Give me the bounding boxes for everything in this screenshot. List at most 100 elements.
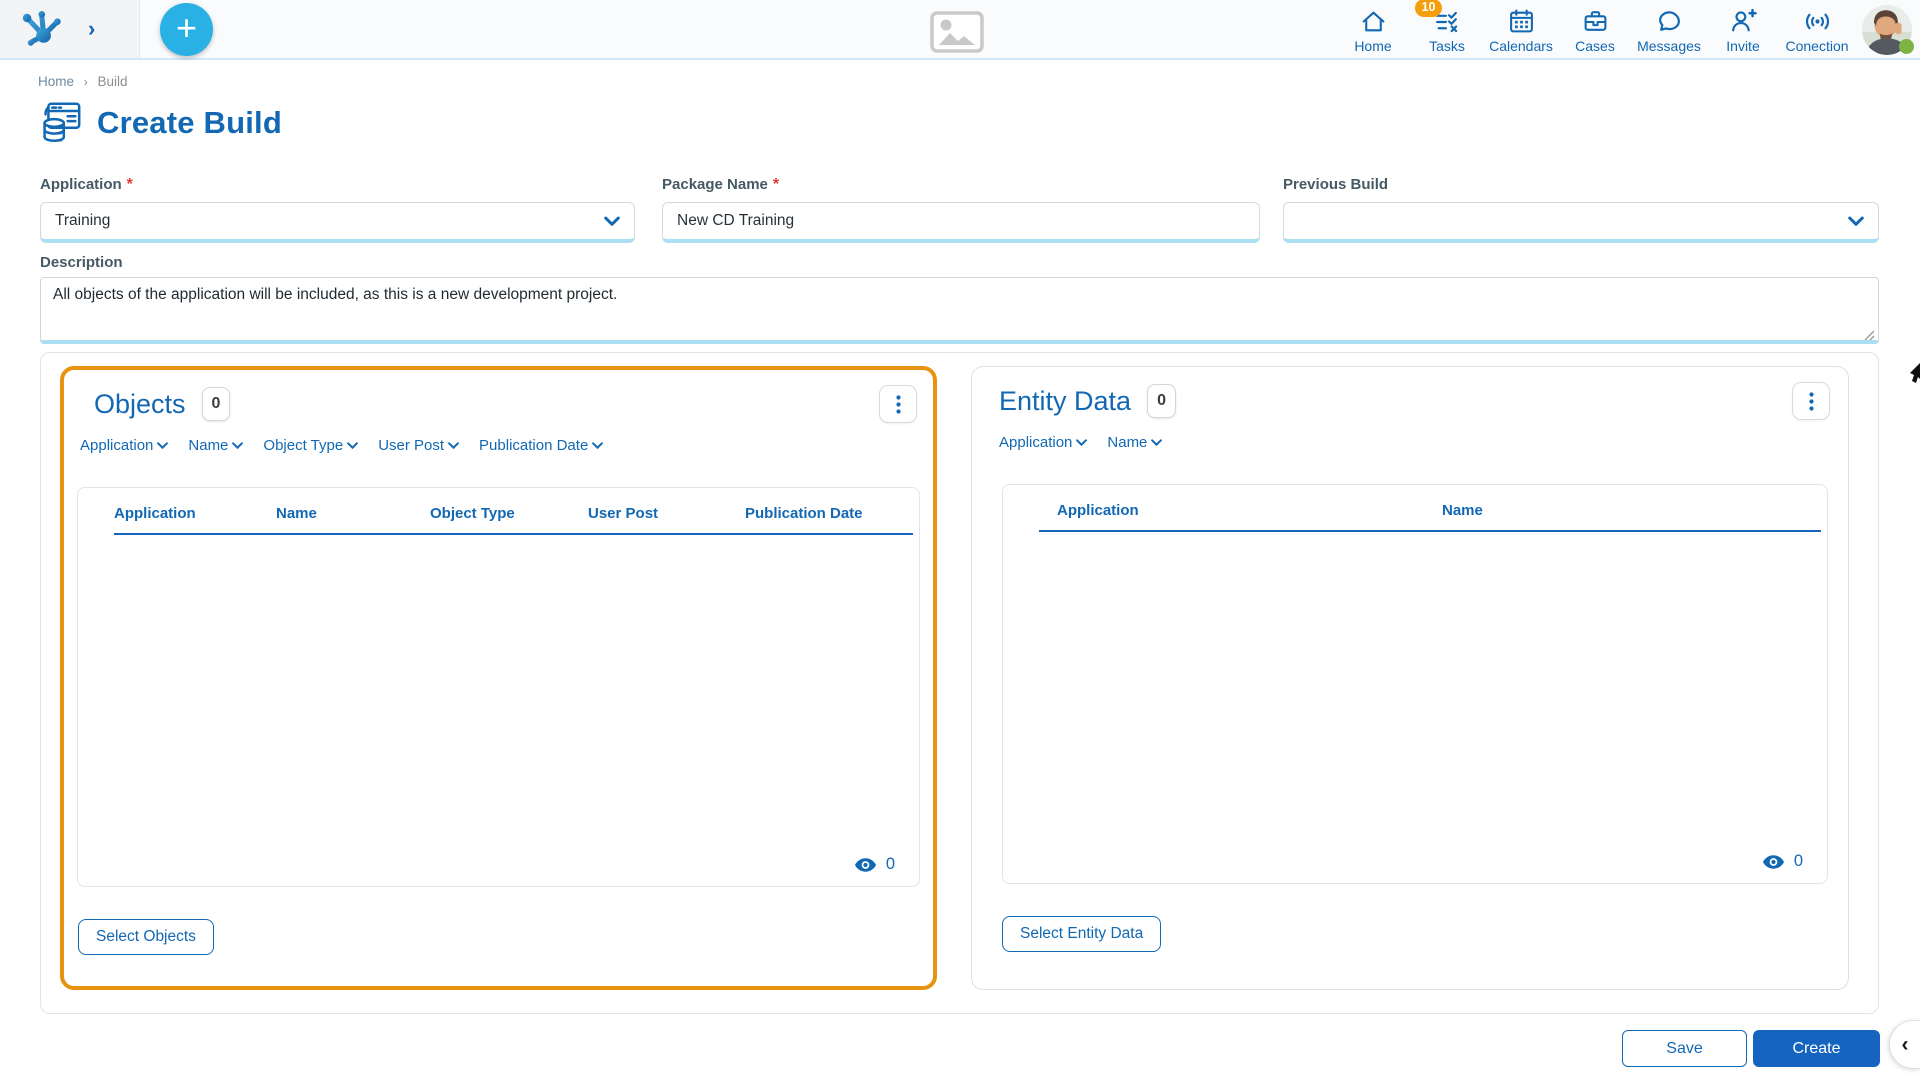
tasks-count-badge: 10: [1414, 0, 1443, 17]
chevron-down-icon: [347, 442, 359, 449]
eye-icon: [1762, 854, 1784, 869]
kebab-menu-icon: [1808, 391, 1814, 411]
entity-count-badge: 0: [1147, 384, 1176, 418]
breadcrumb-current: Build: [97, 74, 128, 89]
entity-table-body: [1003, 532, 1827, 542]
entity-table-card: Application Name 0: [1002, 484, 1828, 884]
column-object-type: Object Type: [430, 505, 515, 522]
page-title: Create Build: [97, 105, 282, 140]
column-name: Name: [1442, 502, 1483, 519]
nav-item-invite[interactable]: Invite: [1706, 6, 1780, 54]
filter-publication-date[interactable]: Publication Date: [479, 437, 604, 454]
previous-build-field: Previous Build: [1283, 176, 1879, 243]
breadcrumb-separator: ›: [83, 75, 88, 89]
filter-object-type[interactable]: Object Type: [263, 437, 359, 454]
create-button[interactable]: Create: [1753, 1030, 1880, 1067]
tasks-icon: 10: [1414, 0, 1461, 35]
logo-image-placeholder-icon: [930, 11, 984, 53]
package-name-field: Package Name *: [662, 176, 1260, 243]
filter-name[interactable]: Name: [188, 437, 244, 454]
breadcrumb-home-link[interactable]: Home: [38, 74, 74, 89]
application-select[interactable]: Training: [40, 202, 635, 243]
objects-filters: Application Name Object Type User Post P…: [80, 437, 604, 454]
user-avatar[interactable]: [1862, 5, 1914, 55]
app-logo-zone: ›: [0, 0, 140, 58]
column-name: Name: [276, 505, 317, 522]
nav-item-cases[interactable]: Cases: [1558, 6, 1632, 54]
main-nav: Home 10 Tasks Calendars Cases Messages I…: [1336, 0, 1854, 54]
person-add-icon: [1730, 6, 1757, 35]
application-label: Application: [40, 176, 122, 193]
column-application: Application: [114, 505, 196, 522]
page-header: Create Build: [34, 98, 282, 148]
entity-data-panel: Entity Data 0 Application Name Applicati…: [971, 366, 1849, 990]
select-entity-data-button[interactable]: Select Entity Data: [1002, 916, 1162, 952]
top-bar: › + Home 10 Tasks Calendars Cases Messag…: [0, 0, 1920, 60]
chat-bubble-icon: [1656, 6, 1683, 35]
filter-name[interactable]: Name: [1107, 434, 1163, 451]
chevron-down-icon: [1076, 439, 1088, 446]
objects-panel-title: Objects: [94, 388, 186, 419]
filter-application[interactable]: Application: [999, 434, 1088, 451]
chevron-down-icon: [232, 442, 244, 449]
column-publication-date: Publication Date: [745, 505, 863, 522]
entity-menu-button[interactable]: [1792, 382, 1830, 420]
add-new-button[interactable]: +: [160, 3, 213, 56]
app-logo-icon[interactable]: [16, 6, 62, 52]
chevron-down-icon: [1848, 216, 1864, 227]
nav-item-messages[interactable]: Messages: [1632, 6, 1706, 54]
previous-build-select[interactable]: [1283, 202, 1879, 243]
chevron-down-icon: [157, 442, 169, 449]
entity-panel-title: Entity Data: [999, 385, 1132, 416]
entity-table-header: Application Name: [1003, 485, 1827, 519]
previous-build-label: Previous Build: [1283, 176, 1389, 193]
home-icon: [1360, 6, 1387, 35]
nav-item-calendars[interactable]: Calendars: [1484, 6, 1558, 54]
mouse-cursor: [1910, 363, 1920, 387]
chevron-down-icon: [592, 442, 604, 449]
required-asterisk: *: [772, 176, 780, 193]
build-package-icon: [34, 98, 84, 148]
description-textarea[interactable]: All objects of the application will be i…: [40, 277, 1879, 344]
briefcase-icon: [1582, 6, 1609, 35]
objects-menu-button[interactable]: [879, 385, 917, 423]
select-objects-button[interactable]: Select Objects: [78, 919, 214, 955]
save-button[interactable]: Save: [1622, 1030, 1747, 1067]
objects-panel: Objects 0 Application Name Object Type U…: [60, 366, 937, 990]
required-asterisk: *: [126, 176, 133, 193]
textarea-resize-handle-icon[interactable]: [1861, 327, 1875, 341]
kebab-menu-icon: [895, 394, 901, 414]
signal-icon: [1804, 6, 1831, 35]
objects-table-header: Application Name Object Type User Post P…: [78, 488, 919, 522]
eye-icon: [854, 857, 876, 872]
side-panel-collapse-tab[interactable]: ‹: [1889, 1020, 1920, 1069]
plus-icon: +: [175, 6, 198, 48]
chevron-down-icon: [448, 442, 459, 449]
description-label: Description: [40, 254, 123, 271]
objects-table-card: Application Name Object Type User Post P…: [77, 487, 920, 887]
calendar-icon: [1508, 6, 1535, 35]
package-name-inputbox: [662, 202, 1260, 243]
sidebar-expand-chevron-icon[interactable]: ›: [88, 18, 95, 40]
package-name-label: Package Name: [662, 176, 768, 193]
column-application: Application: [1057, 502, 1139, 519]
filter-user-post[interactable]: User Post: [378, 437, 459, 454]
entity-visible-count[interactable]: 0: [1762, 852, 1803, 871]
filter-application[interactable]: Application: [80, 437, 169, 454]
objects-count-badge: 0: [201, 387, 231, 421]
package-name-input[interactable]: [677, 212, 1245, 230]
nav-item-conection[interactable]: Conection: [1780, 6, 1854, 54]
entity-filters: Application Name: [999, 434, 1163, 451]
objects-panel-header: Objects 0: [94, 383, 917, 425]
nav-item-tasks[interactable]: 10 Tasks: [1410, 0, 1484, 54]
nav-item-home[interactable]: Home: [1336, 6, 1410, 54]
objects-table-body: [78, 535, 919, 545]
application-select-value: Training: [55, 212, 111, 229]
chevron-left-icon: ‹: [1901, 1032, 1909, 1056]
application-field: Application * Training: [40, 176, 635, 243]
breadcrumb: Home › Build: [38, 74, 128, 89]
column-user-post: User Post: [588, 505, 659, 522]
chevron-down-icon: [1151, 439, 1163, 446]
objects-visible-count[interactable]: 0: [854, 855, 895, 874]
online-status-dot: [1899, 39, 1914, 54]
